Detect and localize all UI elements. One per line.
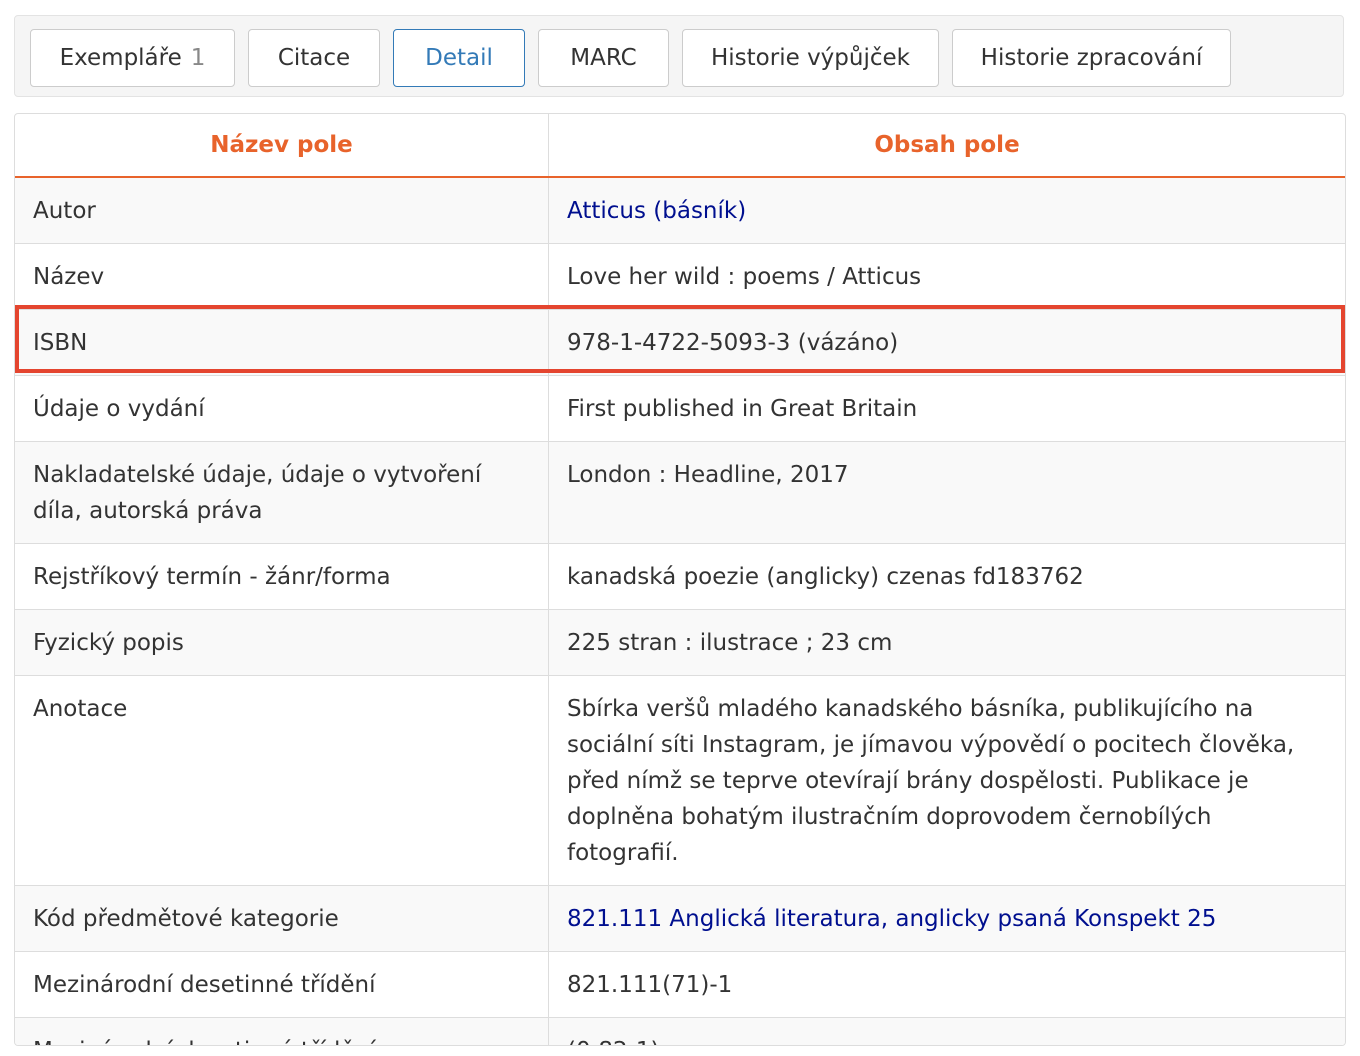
author-link[interactable]: Atticus (básník) <box>567 198 746 224</box>
table-row-anotace: Anotace Sbírka veršů mladého kanadského … <box>15 675 1345 886</box>
detail-table: Název pole Obsah pole Autor Atticus (bás… <box>15 114 1345 1045</box>
field-name: Mezinárodní desetinné třídění <box>15 1017 549 1045</box>
tab-label: MARC <box>570 45 637 71</box>
field-value: kanadská poezie (anglicky) czenas fd1837… <box>548 543 1345 610</box>
field-name: Autor <box>15 176 549 244</box>
field-name: Anotace <box>15 675 549 886</box>
tab-bar: Exempláře 1 Citace Detail MARC Historie v… <box>14 15 1344 97</box>
table-row-nakladatelske-udaje: Nakladatelské údaje, údaje o vytvoření d… <box>15 441 1345 544</box>
table-row-rejstrikovy-termin: Rejstříkový termín - žánr/forma kanadská… <box>15 543 1345 610</box>
field-value: Love her wild : poems / Atticus <box>548 243 1345 310</box>
tab-detail[interactable]: Detail <box>393 29 525 87</box>
table-row-autor: Autor Atticus (básník) <box>15 176 1345 244</box>
table-header-row: Název pole Obsah pole <box>15 114 1345 178</box>
column-header-field-content: Obsah pole <box>548 114 1345 178</box>
field-name: Údaje o vydání <box>15 375 549 442</box>
table-row-isbn: ISBN 978-1-4722-5093-3 (vázáno) <box>15 309 1345 376</box>
tab-label: Citace <box>277 45 351 71</box>
table-row-nazev: Název Love her wild : poems / Atticus <box>15 243 1345 310</box>
field-value: Sbírka veršů mladého kanadského básníka,… <box>548 675 1345 886</box>
table-row-mdt-2: Mezinárodní desetinné třídění (0:82-1) <box>15 1017 1345 1045</box>
subject-category-link[interactable]: 821.111 Anglická literatura, anglicky ps… <box>567 906 1216 932</box>
tab-label: Detail <box>425 45 493 71</box>
field-name: Kód předmětové kategorie <box>15 885 549 952</box>
detail-panel: Název pole Obsah pole Autor Atticus (bás… <box>14 113 1346 1046</box>
tab-exemplare[interactable]: Exempláře 1 <box>30 29 235 87</box>
tab-label: Exempláře <box>59 45 182 71</box>
field-name: Název <box>15 243 549 310</box>
table-row-fyzicky-popis: Fyzický popis 225 stran : ilustrace ; 23… <box>15 609 1345 676</box>
field-value: 821.111(71)-1 <box>548 951 1345 1018</box>
tab-historie-vypujcek[interactable]: Historie výpůjček <box>682 29 939 87</box>
tab-citace[interactable]: Citace <box>248 29 380 87</box>
field-value: 821.111 Anglická literatura, anglicky ps… <box>548 885 1345 952</box>
tab-historie-zpracovani[interactable]: Historie zpracování <box>952 29 1231 87</box>
field-value: 978-1-4722-5093-3 (vázáno) <box>548 309 1345 376</box>
field-value: 225 stran : ilustrace ; 23 cm <box>548 609 1345 676</box>
field-value: (0:82-1) <box>548 1017 1345 1045</box>
field-value: Atticus (básník) <box>548 176 1345 244</box>
field-name: Fyzický popis <box>15 609 549 676</box>
tab-label: Historie výpůjček <box>711 45 910 71</box>
field-value: London : Headline, 2017 <box>548 441 1345 544</box>
tab-label: Historie zpracování <box>980 45 1203 71</box>
table-row-kod-predmetove-kategorie: Kód předmětové kategorie 821.111 Anglick… <box>15 885 1345 952</box>
exemplare-count: 1 <box>190 45 206 71</box>
field-name: ISBN <box>15 309 549 376</box>
tab-marc[interactable]: MARC <box>538 29 669 87</box>
field-name: Rejstříkový termín - žánr/forma <box>15 543 549 610</box>
table-row-udaje-o-vydani: Údaje o vydání First published in Great … <box>15 375 1345 442</box>
field-value: First published in Great Britain <box>548 375 1345 442</box>
table-row-mdt-1: Mezinárodní desetinné třídění 821.111(71… <box>15 951 1345 1018</box>
column-header-field-name: Název pole <box>15 114 549 178</box>
field-name: Mezinárodní desetinné třídění <box>15 951 549 1018</box>
field-name: Nakladatelské údaje, údaje o vytvoření d… <box>15 441 549 544</box>
